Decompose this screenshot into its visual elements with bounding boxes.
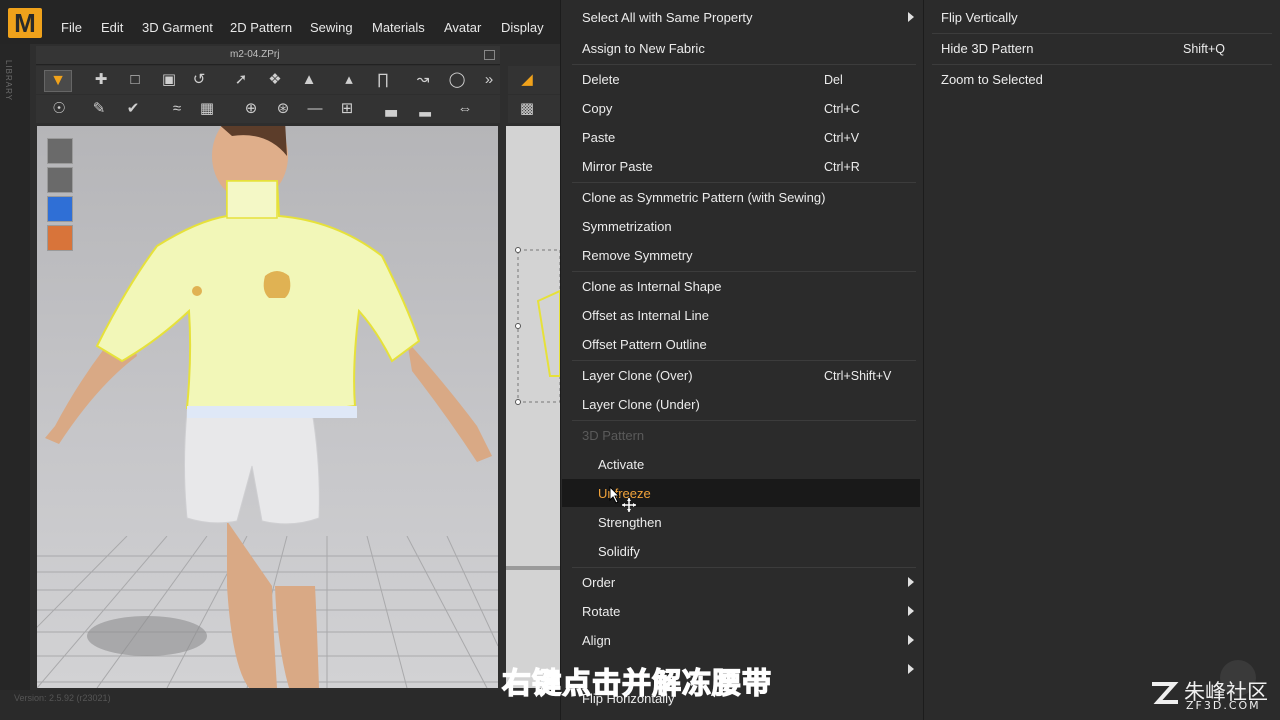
submenu-panel (923, 0, 1280, 720)
align-icon[interactable]: ⇔ (454, 99, 476, 119)
menu-assign-new-fabric[interactable]: Assign to New Fabric (582, 41, 705, 56)
menu-file[interactable]: File (61, 20, 82, 35)
ring-icon[interactable]: ◯ (446, 70, 468, 90)
menu-offset-pattern-outline[interactable]: Offset Pattern Outline (582, 337, 707, 352)
menu-display[interactable]: Display (501, 20, 544, 35)
menu-strengthen[interactable]: Strengthen (598, 515, 662, 530)
zipper-icon[interactable]: ⊞ (336, 99, 358, 119)
menu-mirror-paste[interactable]: Mirror Paste (582, 159, 653, 174)
box-select-icon[interactable]: □ (124, 70, 146, 90)
subtitle-caption: 右键点击并解冻腰带 (501, 665, 773, 700)
menu-flip-vertically[interactable]: Flip Vertically (941, 10, 1018, 25)
buttonhole-icon[interactable]: ⊛ (272, 99, 294, 119)
restore-window-icon[interactable] (484, 50, 495, 60)
submenu-arrow-icon (908, 606, 914, 616)
submenu-arrow-icon (908, 577, 914, 587)
steam-icon[interactable]: ≈ (166, 99, 188, 119)
menu-clone-symmetric[interactable]: Clone as Symmetric Pattern (with Sewing) (582, 190, 825, 205)
watermark-url: ZF3D.COM (1186, 699, 1261, 712)
submenu-arrow-icon (908, 664, 914, 674)
shortcut-copy: Ctrl+C (824, 102, 860, 116)
triangle-icon[interactable]: ◢ (516, 70, 538, 90)
menu-layer-clone-over[interactable]: Layer Clone (Over) (582, 368, 693, 383)
menu-section-3d-pattern: 3D Pattern (582, 428, 645, 443)
menu-rotate[interactable]: Rotate (582, 604, 620, 619)
shortcut-delete: Del (824, 73, 843, 87)
menu-layer-clone-under[interactable]: Layer Clone (Under) (582, 397, 700, 412)
menu-materials[interactable]: Materials (372, 20, 425, 35)
menu-align[interactable]: Align (582, 633, 611, 648)
move-cursor-icon (622, 498, 636, 512)
menu-separator (572, 64, 916, 65)
line-icon[interactable]: — (304, 99, 326, 119)
pattern-edit-icon[interactable]: ▩ (516, 99, 538, 119)
menu-solidify[interactable]: Solidify (598, 544, 640, 559)
menu-sewing[interactable]: Sewing (310, 20, 353, 35)
shortcut-paste: Ctrl+V (824, 131, 860, 145)
menu-hide-3d-pattern[interactable]: Hide 3D Pattern (941, 41, 1034, 56)
pants-icon[interactable]: ∏ (372, 70, 394, 90)
watermark-logo-icon (1152, 682, 1179, 704)
document-title: m2-04.ZPrj (230, 49, 280, 60)
more-tools-icon[interactable]: » (482, 70, 496, 90)
menu-clone-internal-shape[interactable]: Clone as Internal Shape (582, 279, 721, 294)
menu-order[interactable]: Order (582, 575, 615, 590)
button-icon[interactable]: ⊕ (240, 99, 262, 119)
submenu-arrow-icon (908, 635, 914, 645)
avatar-skin-icon[interactable] (47, 225, 73, 251)
menu-separator (572, 360, 916, 361)
shortcut-mirror-paste: Ctrl+R (824, 160, 860, 174)
2d-scrollbar[interactable] (506, 566, 560, 570)
3d-viewport[interactable] (37, 126, 498, 688)
pattern-outline[interactable] (506, 126, 560, 566)
menu-separator (572, 271, 916, 272)
menu-delete[interactable]: Delete (582, 72, 620, 87)
menu-3d-garment[interactable]: 3D Garment (142, 20, 213, 35)
menu-activate[interactable]: Activate (598, 457, 644, 472)
menu-separator (572, 420, 916, 421)
menu-edit[interactable]: Edit (101, 20, 123, 35)
select-move-icon[interactable]: ✚ (90, 70, 112, 90)
avatar-figure[interactable] (37, 126, 498, 688)
menu-copy[interactable]: Copy (582, 101, 612, 116)
texture-view-icon[interactable] (47, 196, 73, 222)
check-icon[interactable]: ✔ (122, 99, 144, 119)
transform-icon[interactable]: ▣ (158, 70, 180, 90)
submenu-arrow-icon (908, 12, 914, 22)
shirt-icon[interactable]: ▴ (338, 70, 360, 90)
shortcut-hide-3d-pattern: Shift+Q (1183, 42, 1226, 56)
menu-paste[interactable]: Paste (582, 130, 615, 145)
garment-icon[interactable]: ▲ (298, 70, 320, 90)
checker-icon[interactable]: ▦ (196, 99, 218, 119)
arrow-down-icon[interactable]: ▼ (44, 70, 72, 92)
menu-separator (572, 182, 916, 183)
menu-separator (572, 567, 916, 568)
menu-2d-pattern[interactable]: 2D Pattern (230, 20, 292, 35)
library-strip[interactable] (0, 44, 30, 720)
menu-select-all-same-property[interactable]: Select All with Same Property (582, 10, 753, 25)
pin-icon[interactable]: ➚ (230, 70, 252, 90)
avatar-walk-icon[interactable]: ☉ (48, 99, 70, 119)
menu-separator (932, 33, 1272, 34)
shortcut-layer-clone-over: Ctrl+Shift+V (824, 369, 892, 383)
version-label: Version: 2.5.92 (r23021) (14, 693, 111, 703)
fold-icon[interactable]: ↺ (188, 70, 210, 90)
fabric-icon[interactable]: ▂ (414, 99, 436, 119)
app-logo[interactable]: M (8, 8, 42, 38)
2d-pattern-window[interactable] (506, 126, 560, 688)
menu-remove-symmetry[interactable]: Remove Symmetry (582, 248, 693, 263)
menu-zoom-to-selected[interactable]: Zoom to Selected (941, 72, 1043, 87)
menu-avatar[interactable]: Avatar (444, 20, 481, 35)
mouse-pointer-icon (609, 486, 621, 504)
edit-pattern-icon[interactable]: ✎ (88, 99, 110, 119)
menu-symmetrization[interactable]: Symmetrization (582, 219, 672, 234)
avatar-visibility-icon[interactable] (47, 167, 73, 193)
stitch-icon[interactable]: ▃ (380, 99, 402, 119)
measure-icon[interactable]: ↝ (412, 70, 434, 90)
menu-offset-internal-line[interactable]: Offset as Internal Line (582, 308, 709, 323)
library-label: LIBRARY (4, 60, 13, 102)
tack-icon[interactable]: ❖ (264, 70, 286, 90)
garment-visibility-icon[interactable] (47, 138, 73, 164)
menu-separator (932, 64, 1272, 65)
